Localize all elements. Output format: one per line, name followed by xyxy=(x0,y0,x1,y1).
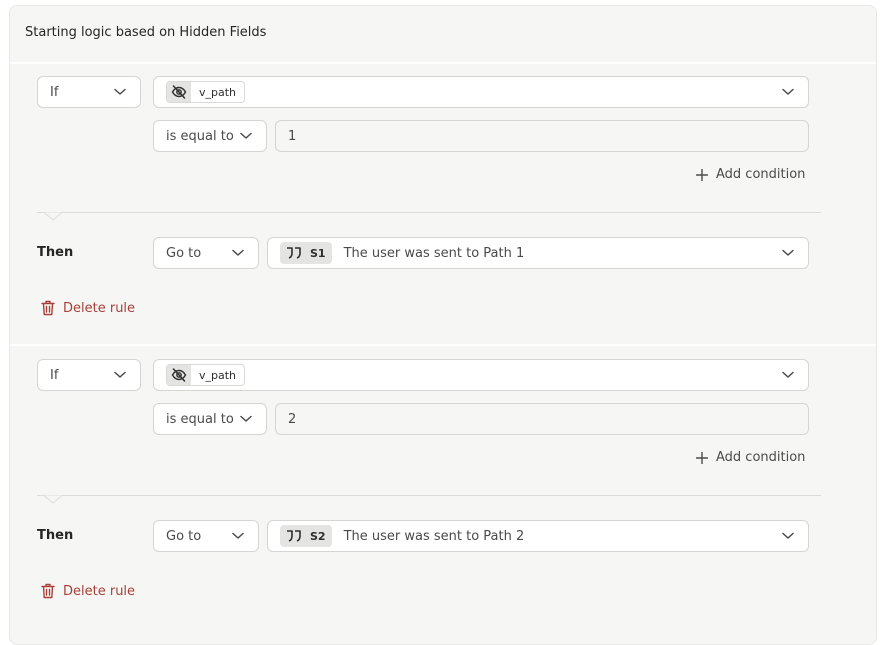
trash-icon xyxy=(41,300,55,316)
if-select[interactable]: If xyxy=(37,76,141,108)
field-select[interactable]: v_path xyxy=(153,359,809,391)
panel-title: Starting logic based on Hidden Fields xyxy=(25,25,267,40)
divider-notch xyxy=(44,495,62,504)
hidden-field-pill: v_path xyxy=(166,364,246,386)
chevron-down-icon xyxy=(232,249,244,257)
target-select[interactable]: S1 The user was sent to Path 1 xyxy=(267,237,809,269)
target-ref: S2 xyxy=(310,529,326,543)
target-text: The user was sent to Path 2 xyxy=(343,528,525,544)
divider-notch xyxy=(44,212,62,221)
chevron-down-icon xyxy=(114,371,126,379)
if-select[interactable]: If xyxy=(37,359,141,391)
quote-icon xyxy=(286,247,302,259)
chevron-down-icon xyxy=(240,415,252,423)
rule-divider xyxy=(37,212,821,213)
target-ref-badge: S2 xyxy=(280,525,332,547)
add-condition-button[interactable]: Add condition xyxy=(696,450,805,465)
delete-rule-button[interactable]: Delete rule xyxy=(41,583,135,599)
delete-rule-button[interactable]: Delete rule xyxy=(41,300,135,316)
target-ref-badge: S1 xyxy=(280,242,332,264)
hidden-field-pill: v_path xyxy=(166,81,246,103)
rule-separator xyxy=(10,344,876,346)
if-label: If xyxy=(50,84,59,100)
add-condition-label: Add condition xyxy=(716,167,806,182)
chevron-down-icon xyxy=(114,88,126,96)
delete-rule-label: Delete rule xyxy=(63,300,136,316)
operator-select[interactable]: is equal to xyxy=(153,120,267,152)
plus-icon xyxy=(696,168,708,181)
rule-divider xyxy=(37,495,821,496)
action-select[interactable]: Go to xyxy=(153,520,259,552)
chevron-down-icon xyxy=(232,532,244,540)
logic-panel: Starting logic based on Hidden Fields If… xyxy=(9,5,877,645)
chevron-down-icon xyxy=(782,88,794,96)
field-name: v_path xyxy=(199,368,237,382)
eye-off-icon xyxy=(167,82,191,102)
action-select[interactable]: Go to xyxy=(153,237,259,269)
operator-select[interactable]: is equal to xyxy=(153,403,267,435)
eye-off-icon xyxy=(167,365,191,385)
field-name: v_path xyxy=(199,85,237,99)
operator-label: is equal to xyxy=(166,128,234,144)
chevron-down-icon xyxy=(782,532,794,540)
then-label: Then xyxy=(37,245,74,260)
header-divider xyxy=(10,62,876,64)
delete-rule-label: Delete rule xyxy=(63,583,136,599)
add-condition-label: Add condition xyxy=(716,450,806,465)
value-text: 1 xyxy=(288,128,297,144)
plus-icon xyxy=(696,451,708,464)
value-input[interactable]: 2 xyxy=(275,403,809,435)
value-input[interactable]: 1 xyxy=(275,120,809,152)
quote-icon xyxy=(286,530,302,542)
action-label: Go to xyxy=(166,528,202,544)
action-label: Go to xyxy=(166,245,202,261)
target-ref: S1 xyxy=(310,246,326,260)
if-label: If xyxy=(50,367,59,383)
field-select[interactable]: v_path xyxy=(153,76,809,108)
target-text: The user was sent to Path 1 xyxy=(343,245,525,261)
then-label: Then xyxy=(37,528,74,543)
chevron-down-icon xyxy=(782,249,794,257)
value-text: 2 xyxy=(288,411,297,427)
trash-icon xyxy=(41,583,55,599)
chevron-down-icon xyxy=(240,132,252,140)
target-select[interactable]: S2 The user was sent to Path 2 xyxy=(267,520,809,552)
operator-label: is equal to xyxy=(166,411,234,427)
chevron-down-icon xyxy=(782,371,794,379)
add-condition-button[interactable]: Add condition xyxy=(696,167,805,182)
